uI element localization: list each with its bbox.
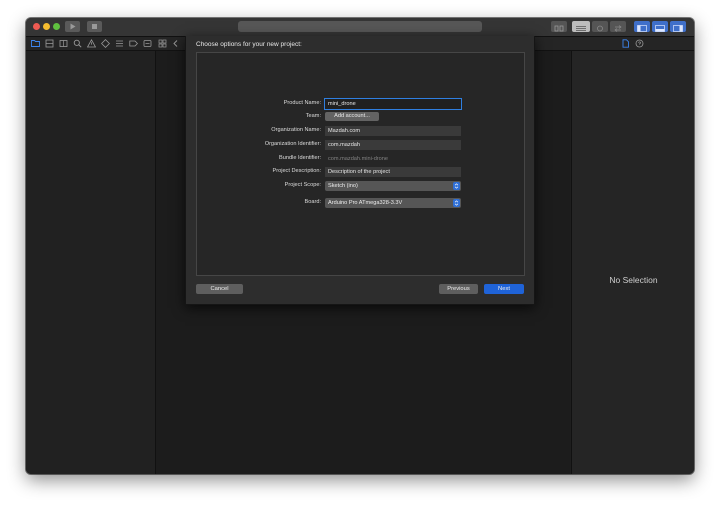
toggle-navigator-button[interactable]: [634, 21, 650, 32]
project-description-label: Project Description:: [272, 168, 322, 174]
inspector-area: No Selection: [571, 51, 694, 474]
board-label: Board:: [304, 199, 321, 205]
bundle-identifier-value: com.mazdah.mini-drone: [328, 156, 389, 162]
activity-viewer: [238, 21, 482, 32]
organization-name-field[interactable]: Mazdah.com: [325, 126, 461, 136]
assistant-editor-button[interactable]: [592, 21, 608, 32]
new-project-sheet: Choose options for your new project: Pro…: [185, 36, 535, 305]
version-editor-button[interactable]: [610, 21, 626, 32]
organization-name-row: Organization Name: Mazdah.com: [197, 126, 524, 136]
product-name-field[interactable]: mini_drone: [324, 98, 462, 110]
previous-button[interactable]: Previous: [439, 284, 478, 294]
project-description-row: Project Description: Description of the …: [197, 167, 524, 177]
stop-icon: [92, 24, 97, 29]
symbol-icon[interactable]: [58, 38, 68, 48]
standard-editor-button[interactable]: [572, 21, 590, 32]
options-panel: Product Name: mini_drone Team: Add accou…: [196, 52, 525, 276]
sheet-title: Choose options for your new project:: [196, 41, 302, 48]
updown-chevron-icon: [453, 182, 460, 190]
no-selection-text: No Selection: [609, 275, 658, 285]
test-icon[interactable]: [100, 38, 110, 48]
arrows-icon: [614, 25, 622, 32]
folder-icon[interactable]: [30, 38, 40, 48]
stop-button[interactable]: [87, 21, 102, 32]
debug-icon[interactable]: [114, 38, 124, 48]
source-control-icon[interactable]: [44, 38, 54, 48]
minimize-window-button[interactable]: [43, 23, 50, 30]
organization-identifier-field[interactable]: com.mazdah: [325, 140, 461, 150]
left-panel-icon: [637, 25, 647, 32]
next-button[interactable]: Next: [484, 284, 524, 294]
board-row: Board: Arduino Pro ATmega328-3.3V: [197, 198, 524, 208]
breakpoint-icon[interactable]: [128, 38, 138, 48]
toggle-debug-area-button[interactable]: [652, 21, 668, 32]
product-name-row: Product Name: mini_drone: [197, 98, 524, 110]
help-inspector-icon[interactable]: [634, 38, 644, 48]
issue-icon[interactable]: [86, 38, 96, 48]
project-scope-popup[interactable]: Sketch (ino): [325, 181, 461, 191]
project-scope-label: Project Scope:: [284, 182, 321, 188]
board-value: Arduino Pro ATmega328-3.3V: [328, 200, 403, 206]
assistant-icon: [597, 25, 603, 32]
chevron-left-icon[interactable]: [170, 38, 180, 48]
cancel-button[interactable]: Cancel: [196, 284, 243, 294]
file-inspector-icon[interactable]: [620, 38, 630, 48]
add-account-button[interactable]: Add account...: [325, 112, 379, 121]
grid-icon[interactable]: [157, 38, 167, 48]
xcode-window: No Selection Choose options for your new…: [26, 18, 694, 474]
updown-chevron-icon: [453, 199, 460, 207]
toolbar: [26, 18, 694, 37]
right-panel-icon: [673, 25, 683, 32]
navigator-area: [26, 51, 156, 474]
toggle-inspector-button[interactable]: [670, 21, 686, 32]
team-row: Team: Add account...: [197, 112, 524, 122]
lines-icon: [576, 26, 586, 31]
close-window-button[interactable]: [33, 23, 40, 30]
project-scope-row: Project Scope: Sketch (ino): [197, 181, 524, 191]
product-name-label: Product Name:: [283, 100, 321, 106]
run-button[interactable]: [65, 21, 80, 32]
organization-name-label: Organization Name:: [271, 127, 321, 133]
board-popup[interactable]: Arduino Pro ATmega328-3.3V: [325, 198, 461, 208]
project-description-field[interactable]: Description of the project: [325, 167, 461, 177]
library-button[interactable]: [551, 21, 567, 32]
organization-identifier-row: Organization Identifier: com.mazdah: [197, 140, 524, 150]
bundle-identifier-row: Bundle Identifier: com.mazdah.mini-drone: [197, 154, 524, 164]
bundle-identifier-label: Bundle Identifier:: [279, 155, 321, 161]
project-scope-value: Sketch (ino): [328, 183, 358, 189]
zoom-window-button[interactable]: [53, 23, 60, 30]
play-icon: [70, 23, 76, 30]
organization-identifier-label: Organization Identifier:: [264, 141, 321, 147]
find-icon[interactable]: [72, 38, 82, 48]
bottom-panel-icon: [655, 25, 665, 32]
team-label: Team:: [305, 113, 321, 119]
library-icon: [554, 25, 564, 32]
report-icon[interactable]: [142, 38, 152, 48]
